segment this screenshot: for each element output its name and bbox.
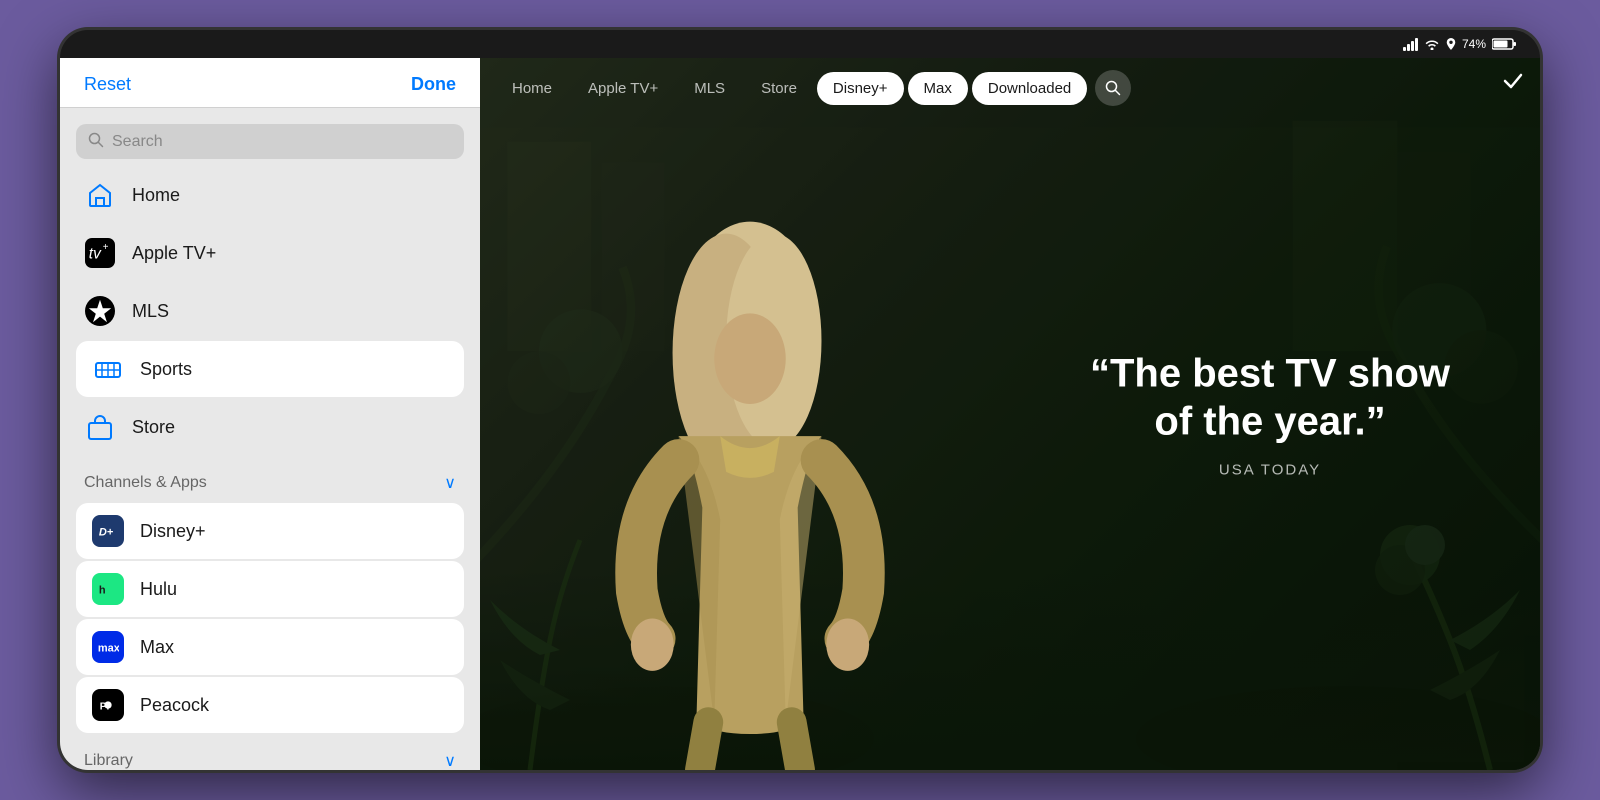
- max-label: Max: [140, 637, 174, 658]
- wifi-icon: [1424, 38, 1440, 50]
- top-nav: Home Apple TV+ MLS Store Disney+ Max: [480, 58, 1540, 118]
- svg-text:max: max: [98, 643, 119, 655]
- tab-downloaded[interactable]: Downloaded: [972, 72, 1087, 105]
- hulu-icon: h: [92, 573, 124, 605]
- disney-label: Disney+: [140, 521, 206, 542]
- tab-home[interactable]: Home: [496, 72, 568, 105]
- disney-icon: D+: [92, 515, 124, 547]
- search-label: Search: [112, 133, 163, 151]
- sidebar-item-disney[interactable]: D+ Disney+: [76, 503, 464, 559]
- sidebar-item-max[interactable]: max Max: [76, 619, 464, 675]
- search-button[interactable]: [1095, 70, 1131, 106]
- signal-icon: [1403, 38, 1418, 51]
- sports-label: Sports: [140, 359, 192, 380]
- hulu-label: Hulu: [140, 579, 177, 600]
- sidebar-item-sports[interactable]: Sports: [76, 341, 464, 397]
- svg-text:tv: tv: [89, 246, 102, 263]
- hero-source: USA TODAY: [1080, 462, 1460, 479]
- main-content: Home Apple TV+ MLS Store Disney+ Max: [480, 58, 1540, 770]
- plant-right-icon: [1290, 490, 1540, 770]
- mls-icon: [84, 295, 116, 327]
- channels-section-header[interactable]: Channels & Apps ∨: [60, 457, 480, 501]
- svg-text:h: h: [99, 585, 106, 597]
- checkmark-button[interactable]: [1502, 70, 1524, 98]
- library-section-title: Library: [84, 752, 133, 770]
- appletv-icon: tv +: [84, 237, 116, 269]
- svg-text:D+: D+: [99, 527, 114, 539]
- sidebar-content: Search Home: [60, 108, 480, 770]
- tab-mls[interactable]: MLS: [678, 72, 741, 105]
- store-label: Store: [132, 417, 175, 438]
- battery-icon: [1492, 38, 1516, 50]
- device-frame: 74% Reset Done: [60, 30, 1540, 770]
- svg-text:Pi: Pi: [100, 702, 110, 713]
- status-icons: 74%: [1403, 37, 1516, 51]
- channels-section-title: Channels & Apps: [84, 474, 207, 492]
- sidebar-header: Reset Done: [60, 58, 480, 108]
- hero-text-block: “The best TV show of the year.” USA TODA…: [1080, 350, 1460, 479]
- sidebar-item-home[interactable]: Home: [60, 167, 480, 223]
- done-button[interactable]: Done: [411, 74, 456, 95]
- tab-disney[interactable]: Disney+: [817, 72, 904, 105]
- tab-max[interactable]: Max: [908, 72, 968, 105]
- hero-background: “The best TV show of the year.” USA TODA…: [480, 58, 1540, 770]
- sidebar-item-store[interactable]: Store: [60, 399, 480, 455]
- tab-store[interactable]: Store: [745, 72, 813, 105]
- sports-icon: [92, 353, 124, 385]
- location-icon: [1446, 38, 1456, 50]
- sidebar: Reset Done Search: [60, 58, 480, 770]
- sidebar-item-mls[interactable]: MLS: [60, 283, 480, 339]
- search-icon: [88, 132, 104, 151]
- svg-text:+: +: [103, 242, 109, 253]
- app-container: Reset Done Search: [60, 58, 1540, 770]
- mls-label: MLS: [132, 301, 169, 322]
- channels-chevron-icon: ∨: [444, 473, 456, 493]
- peacock-icon: Pi: [92, 689, 124, 721]
- sidebar-item-appletv[interactable]: tv + Apple TV+: [60, 225, 480, 281]
- sidebar-item-peacock[interactable]: Pi Peacock: [76, 677, 464, 733]
- sidebar-search-bar[interactable]: Search: [76, 124, 464, 159]
- sidebar-item-hulu[interactable]: h Hulu: [76, 561, 464, 617]
- home-label: Home: [132, 185, 180, 206]
- hero-area: “The best TV show of the year.” USA TODA…: [480, 58, 1540, 770]
- reset-button[interactable]: Reset: [84, 74, 131, 95]
- tab-appletv[interactable]: Apple TV+: [572, 72, 674, 105]
- library-section-header[interactable]: Library ∨: [60, 735, 480, 770]
- peacock-label: Peacock: [140, 695, 209, 716]
- hero-quote: “The best TV show of the year.”: [1080, 350, 1460, 446]
- store-icon: [84, 411, 116, 443]
- home-icon: [84, 179, 116, 211]
- appletv-label: Apple TV+: [132, 243, 216, 264]
- status-bar: 74%: [60, 30, 1540, 58]
- battery-percentage: 74%: [1462, 37, 1486, 51]
- plant-left-icon: [480, 470, 680, 770]
- max-icon: max: [92, 631, 124, 663]
- library-chevron-icon: ∨: [444, 751, 456, 770]
